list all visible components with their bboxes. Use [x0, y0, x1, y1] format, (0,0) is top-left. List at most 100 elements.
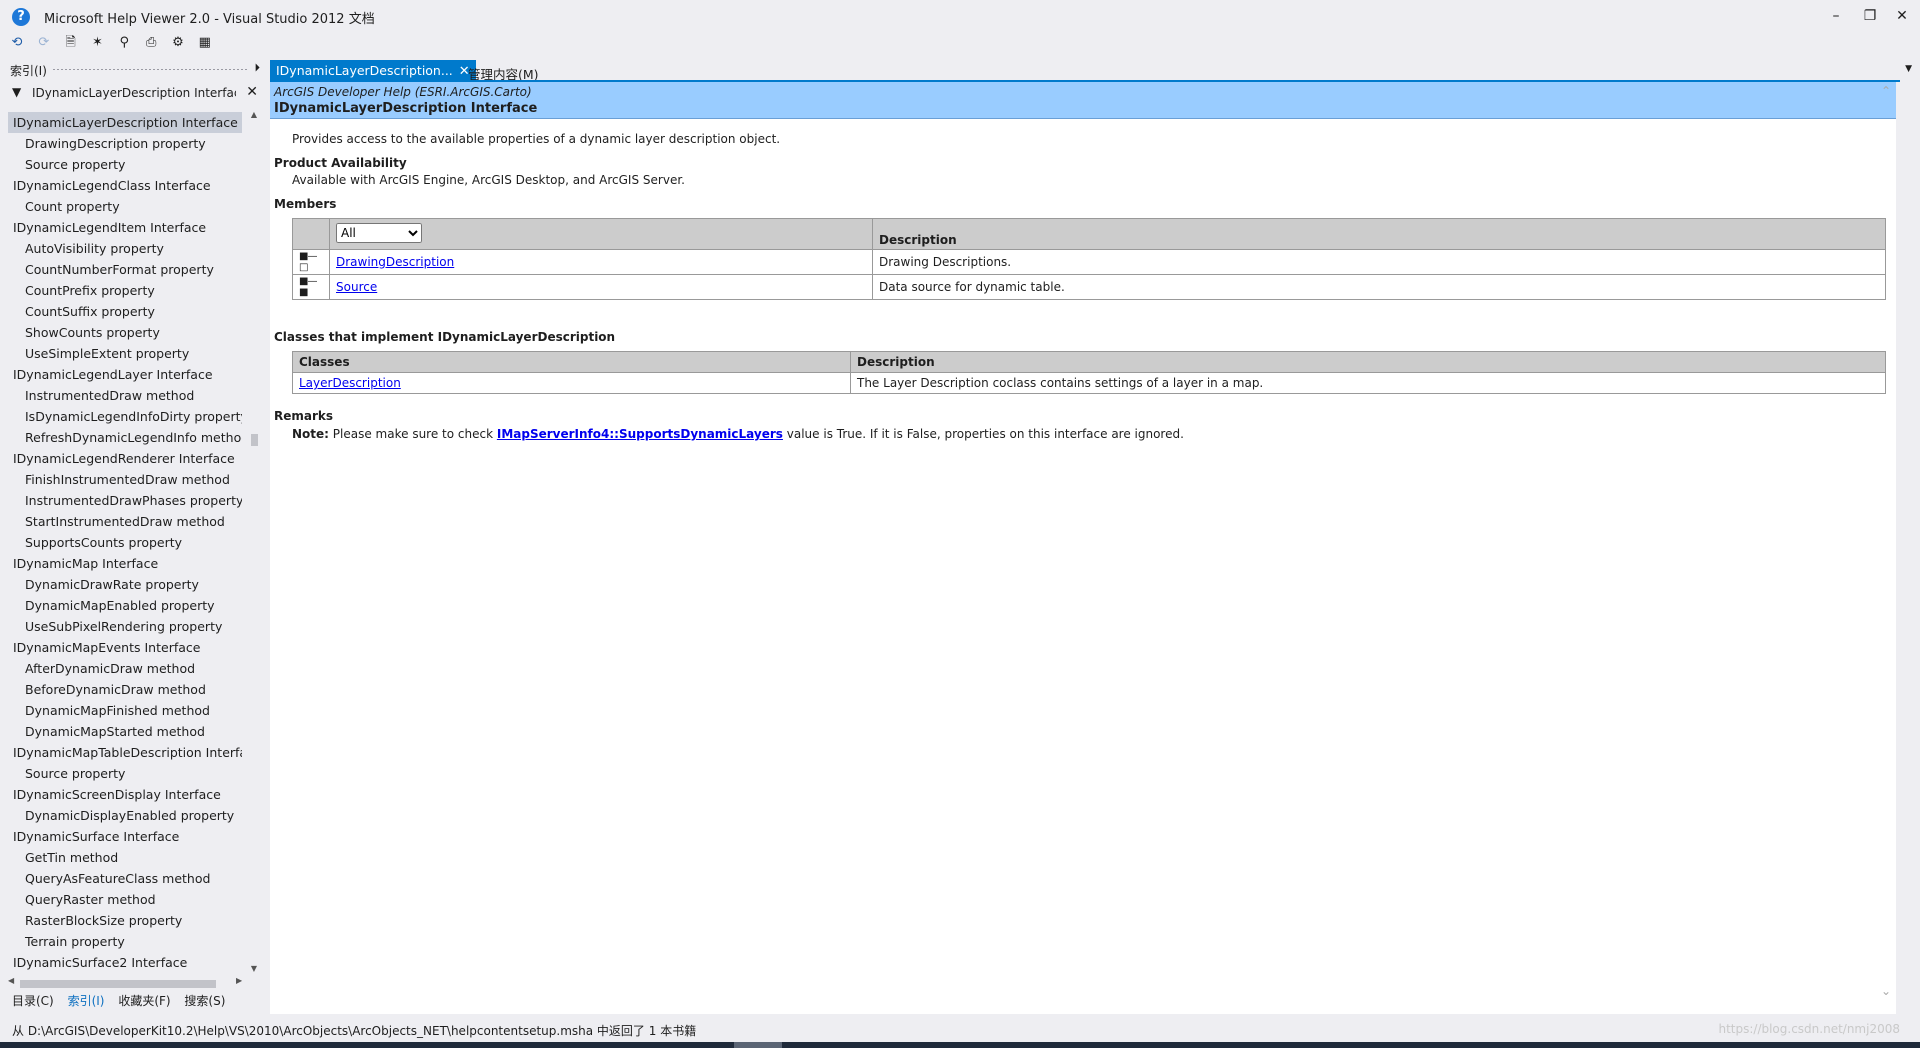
- content-vertical-scrollbar[interactable]: ⌃ ⌄: [1878, 82, 1896, 1014]
- topic-title: IDynamicLayerDescription Interface: [274, 101, 538, 116]
- index-item[interactable]: CountNumberFormat property: [8, 259, 242, 280]
- clear-filter-icon[interactable]: ✕: [246, 84, 258, 100]
- index-item[interactable]: RefreshDynamicLegendInfo method: [8, 427, 242, 448]
- tab-favorites[interactable]: 收藏夹(F): [118, 992, 170, 1009]
- pane-grip[interactable]: [52, 68, 248, 71]
- index-item[interactable]: DynamicMapEnabled property: [8, 595, 242, 616]
- help-question-icon: ?: [12, 8, 30, 26]
- scroll-down-icon[interactable]: ▼: [248, 964, 260, 976]
- find-in-topic-icon[interactable]: ⚲: [115, 34, 133, 52]
- index-item[interactable]: IDynamicLegendRenderer Interface: [8, 448, 242, 469]
- index-item[interactable]: DrawingDescription property: [8, 133, 242, 154]
- index-item[interactable]: InstrumentedDrawPhases property: [8, 490, 242, 511]
- index-item[interactable]: CountSuffix property: [8, 301, 242, 322]
- print-icon[interactable]: ⎙: [142, 34, 160, 52]
- index-item[interactable]: Source property: [8, 763, 242, 784]
- index-item[interactable]: IDynamicMap Interface: [8, 553, 242, 574]
- remarks-note-label: Note:: [292, 427, 329, 441]
- index-list: IDynamicLayerDescription Interface Drawin…: [8, 112, 242, 978]
- member-link-source[interactable]: Source: [336, 280, 377, 294]
- tab-topic[interactable]: IDynamicLayerDescription... ✕: [270, 60, 476, 82]
- title-bar: ? Microsoft Help Viewer 2.0 - Visual Stu…: [0, 0, 1920, 32]
- toolbar: ⟲ ⟳ 🗎 ✶ ⚲ ⎙ ⚙ ▦: [8, 34, 219, 54]
- index-item[interactable]: IDynamicScreenDisplay Interface: [8, 784, 242, 805]
- index-pane: 索引(I) ⏵ ▼ ✕ IDynamicLayerDescription Int…: [8, 58, 262, 1013]
- tab-index[interactable]: 索引(I): [68, 992, 105, 1009]
- tab-search[interactable]: 搜索(S): [184, 992, 225, 1009]
- restore-button[interactable]: ❐: [1856, 5, 1884, 27]
- manage-content-icon[interactable]: ▦: [196, 34, 214, 52]
- index-item[interactable]: IDynamicLayerDescription Interface: [8, 112, 242, 133]
- scroll-left-icon[interactable]: ◀: [8, 976, 14, 985]
- index-horizontal-scrollbar[interactable]: ◀ ▶: [8, 976, 248, 990]
- index-item[interactable]: UseSimpleExtent property: [8, 343, 242, 364]
- members-filter-select[interactable]: All: [336, 223, 422, 243]
- back-icon[interactable]: ⟲: [8, 34, 26, 52]
- content-scroll-up-icon[interactable]: ⌃: [1881, 84, 1891, 98]
- remarks-link[interactable]: IMapServerInfo4::SupportsDynamicLayers: [497, 427, 783, 441]
- index-pane-header: 索引(I) ⏵: [8, 58, 262, 78]
- index-item[interactable]: QueryRaster method: [8, 889, 242, 910]
- remarks-pre-text: Please make sure to check: [332, 427, 494, 441]
- index-item[interactable]: CountPrefix property: [8, 280, 242, 301]
- filter-icon: ▼: [12, 85, 22, 99]
- index-item[interactable]: Source property: [8, 154, 242, 175]
- index-item[interactable]: InstrumentedDraw method: [8, 385, 242, 406]
- settings-icon[interactable]: ⚙: [169, 34, 187, 52]
- index-item[interactable]: IDynamicMapTableDescription Interface: [8, 742, 242, 763]
- member-link-drawingdescription[interactable]: DrawingDescription: [336, 255, 454, 269]
- index-item[interactable]: GetTin method: [8, 847, 242, 868]
- topic-content: ArcGIS Developer Help (ESRI.ArcGIS.Carto…: [270, 82, 1896, 1014]
- minimize-button[interactable]: –: [1822, 5, 1850, 27]
- index-item[interactable]: IDynamicLegendItem Interface: [8, 217, 242, 238]
- read-write-property-icon: ■—□: [299, 251, 317, 273]
- index-item[interactable]: IDynamicSurface Interface: [8, 826, 242, 847]
- forward-icon[interactable]: ⟳: [35, 34, 53, 52]
- index-item[interactable]: UseSubPixelRendering property: [8, 616, 242, 637]
- classes-heading: Classes that implement IDynamicLayerDesc…: [274, 330, 616, 344]
- scroll-right-icon[interactable]: ▶: [236, 976, 242, 985]
- index-item[interactable]: DynamicMapStarted method: [8, 721, 242, 742]
- status-bar: 从 D:\ArcGIS\DeveloperKit10.2\Help\VS\201…: [0, 1018, 1920, 1042]
- classes-header: Classes: [292, 351, 851, 373]
- scroll-up-icon[interactable]: ▲: [248, 110, 260, 122]
- member-description: Drawing Descriptions.: [872, 249, 1886, 275]
- pin-icon[interactable]: ⏵: [255, 61, 261, 75]
- class-link-layerdescription[interactable]: LayerDescription: [299, 376, 401, 390]
- index-item[interactable]: RasterBlockSize property: [8, 910, 242, 931]
- add-to-bookmarks-icon[interactable]: 🗎: [62, 34, 80, 52]
- index-vertical-scrollbar[interactable]: ▲ ▼: [248, 110, 260, 976]
- index-item[interactable]: SupportsCounts property: [8, 532, 242, 553]
- member-icon-cell: ■—□: [292, 249, 330, 275]
- bookmark-star-icon[interactable]: ✶: [88, 34, 106, 52]
- index-item[interactable]: IDynamicLegendLayer Interface: [8, 364, 242, 385]
- topic-banner: ArcGIS Developer Help (ESRI.ArcGIS.Carto…: [270, 82, 1896, 119]
- remarks-heading: Remarks: [274, 409, 334, 423]
- member-name-cell: DrawingDescription: [329, 249, 873, 275]
- index-item[interactable]: IDynamicLegendClass Interface: [8, 175, 242, 196]
- index-item[interactable]: BeforeDynamicDraw method: [8, 679, 242, 700]
- index-item[interactable]: StartInstrumentedDraw method: [8, 511, 242, 532]
- taskbar-active-item[interactable]: [734, 1042, 782, 1048]
- index-filter-input[interactable]: [32, 84, 236, 102]
- hscrollbar-thumb[interactable]: [20, 980, 216, 988]
- index-item[interactable]: QueryAsFeatureClass method: [8, 868, 242, 889]
- tab-list-dropdown-icon[interactable]: ▼: [1905, 64, 1912, 74]
- index-item[interactable]: FinishInstrumentedDraw method: [8, 469, 242, 490]
- index-item[interactable]: AutoVisibility property: [8, 238, 242, 259]
- index-item[interactable]: Count property: [8, 196, 242, 217]
- index-item[interactable]: DynamicDisplayEnabled property: [8, 805, 242, 826]
- index-item[interactable]: IDynamicSurface2 Interface: [8, 952, 242, 973]
- content-scroll-down-icon[interactable]: ⌄: [1881, 984, 1891, 998]
- index-item[interactable]: AfterDynamicDraw method: [8, 658, 242, 679]
- index-item[interactable]: DynamicMapFinished method: [8, 700, 242, 721]
- index-item[interactable]: IDynamicMapEvents Interface: [8, 637, 242, 658]
- index-item[interactable]: Terrain property: [8, 931, 242, 952]
- index-item[interactable]: IsDynamicLegendInfoDirty property: [8, 406, 242, 427]
- close-button[interactable]: ✕: [1888, 5, 1916, 27]
- tab-contents[interactable]: 目录(C): [12, 992, 54, 1009]
- index-item[interactable]: DynamicDrawRate property: [8, 574, 242, 595]
- members-header-row: All Description: [292, 218, 1886, 250]
- scrollbar-thumb[interactable]: [251, 434, 258, 446]
- index-item[interactable]: ShowCounts property: [8, 322, 242, 343]
